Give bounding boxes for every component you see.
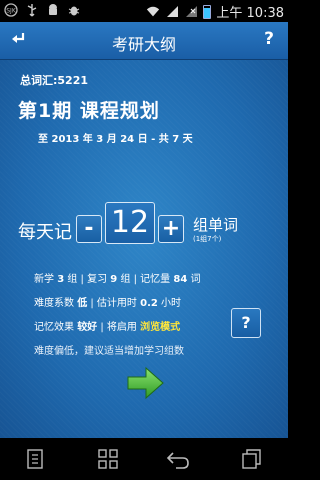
wifi-icon — [146, 5, 160, 19]
browse-mode-value: 浏览模式 — [140, 322, 181, 333]
svg-text:SJK: SJK — [6, 8, 17, 15]
difficulty-hint: 难度偏低，建议适当增加学习组数 — [34, 346, 184, 357]
group-count: 12 — [105, 202, 155, 244]
no-signal-icon — [184, 5, 198, 19]
daily-label: 每天记 — [18, 222, 72, 243]
decrease-button[interactable]: - — [76, 215, 102, 243]
help-button[interactable]: ? — [264, 29, 274, 49]
stats-row-study: 新学 3 组 | 复习 9 组 | 记忆量 84 词 — [34, 270, 200, 285]
next-button[interactable] — [126, 365, 166, 401]
unit-note: (1组7个) — [193, 235, 222, 243]
difficulty-value: 低 — [77, 298, 88, 309]
hour-unit: 小时 — [161, 298, 182, 309]
new-value: 3 — [57, 274, 65, 285]
signal-icon — [165, 5, 179, 19]
bug-icon — [67, 3, 81, 17]
next-arrow-icon — [127, 366, 164, 400]
effect-label: 记忆效果 — [34, 322, 74, 333]
total-vocab-label: 总词汇: — [20, 74, 58, 87]
unit-label: 组单词 — [193, 216, 239, 234]
apps-grid-icon[interactable] — [97, 448, 121, 470]
stats-row-difficulty: 难度系数 低 | 估计用时 0.2 小时 — [34, 294, 181, 309]
time-value: 0.2 — [140, 298, 158, 309]
page-title: 考研大纲 — [111, 35, 176, 54]
navigation-bar — [0, 438, 288, 480]
group-stepper: - 12 + — [76, 202, 184, 244]
status-bar: SJK 上午 10:38 — [0, 0, 288, 22]
title-bar: 考研大纲 ? — [0, 22, 288, 60]
enable-label: | 将启用 — [100, 322, 137, 333]
question-button[interactable]: ? — [231, 308, 261, 338]
period-title: 第1期 课程规划 — [18, 100, 160, 122]
android-icon — [46, 3, 60, 17]
review-label: | 复习 — [80, 274, 108, 285]
review-value: 9 — [110, 274, 118, 285]
total-vocab-value: 5221 — [57, 74, 89, 87]
status-time: 上午 10:38 — [216, 6, 284, 21]
word-unit: 词 — [190, 274, 201, 285]
group-unit: 组 — [67, 274, 78, 285]
battery-icon — [203, 4, 212, 19]
course-plan-panel: 总词汇:5221 第1期 课程规划 至 2013 年 3 月 24 日 - 共 … — [0, 60, 288, 438]
date-range: 至 2013 年 3 月 24 日 - 共 7 天 — [38, 134, 193, 145]
memory-value: 84 — [173, 274, 188, 285]
back-nav-icon[interactable] — [166, 448, 190, 470]
difficulty-label: 难度系数 — [34, 298, 74, 309]
new-label: 新学 — [34, 274, 54, 285]
effect-value: 较好 — [77, 322, 98, 333]
recent-apps-icon[interactable] — [240, 448, 264, 470]
increase-button[interactable]: + — [158, 215, 184, 243]
usb-icon — [25, 3, 39, 17]
soda-icon: SJK — [4, 3, 18, 17]
time-label: | 估计用时 — [90, 298, 137, 309]
menu-icon[interactable] — [24, 448, 48, 470]
stats-row-effect: 记忆效果 较好 | 将启用 浏览模式 — [34, 318, 180, 333]
memory-label: 组 | 记忆量 — [120, 274, 171, 285]
total-vocab: 总词汇:5221 — [20, 72, 88, 88]
